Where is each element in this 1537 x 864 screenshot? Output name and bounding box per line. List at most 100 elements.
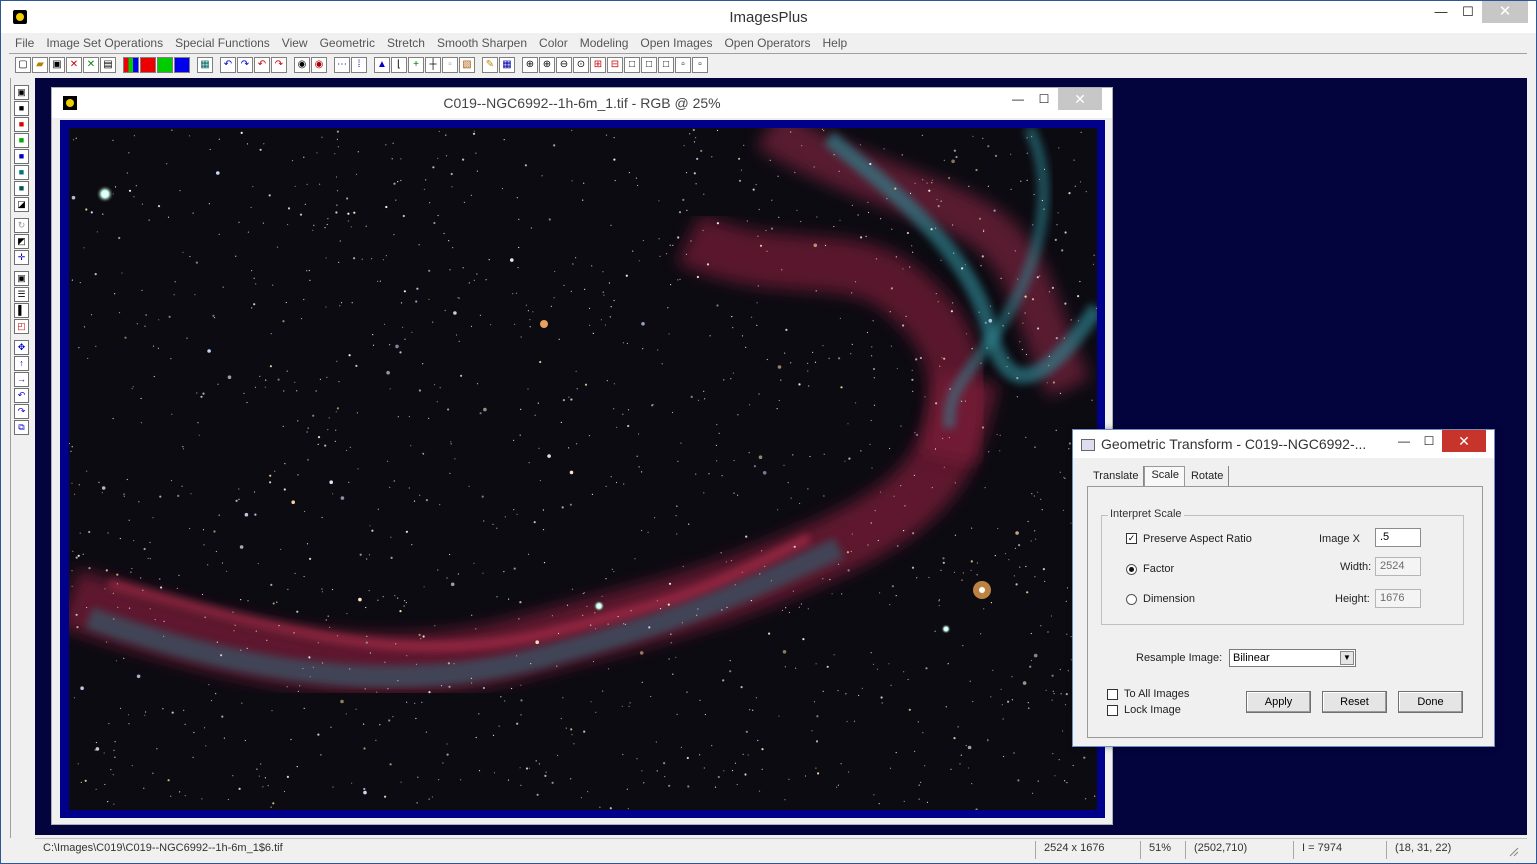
nebula-image[interactable] — [69, 128, 1097, 810]
histogram-icon[interactable]: ▦ — [197, 57, 213, 73]
redo-all-icon[interactable]: ↷ — [271, 57, 287, 73]
menu-open-operators[interactable]: Open Operators — [718, 34, 816, 52]
menu-open-images[interactable]: Open Images — [634, 34, 718, 52]
dots-icon[interactable]: ⁞ — [351, 57, 367, 73]
undo-icon[interactable]: ↶ — [220, 57, 236, 73]
copy-icon[interactable]: ▤ — [100, 57, 116, 73]
tab-scale[interactable]: Scale — [1144, 466, 1185, 486]
preserve-aspect-ratio-checkbox[interactable]: ✓ — [1126, 533, 1137, 544]
select-icon[interactable]: ◰ — [14, 319, 29, 334]
black-icon[interactable]: ■ — [14, 101, 29, 116]
resample-select[interactable]: Bilinear ▼ — [1229, 649, 1356, 667]
table-icon[interactable]: ▦ — [499, 57, 515, 73]
image-window-titlebar[interactable]: C019--NGC6992--1h-6m_1.tif - RGB @ 25% —… — [52, 88, 1112, 118]
factor-radio[interactable] — [1126, 564, 1137, 575]
move-icon[interactable]: ✛ — [14, 250, 29, 265]
resize-grip-icon[interactable] — [1507, 845, 1519, 857]
rotate-icon[interactable]: ↻ — [14, 218, 29, 233]
save-icon[interactable]: ▣ — [49, 57, 65, 73]
arrow-up-icon[interactable]: ↑ — [14, 356, 29, 371]
width-field[interactable]: 2524 — [1375, 557, 1421, 576]
apply-button[interactable]: Apply — [1246, 691, 1311, 713]
contrast-icon[interactable]: ▌ — [14, 303, 29, 318]
menu-view[interactable]: View — [276, 34, 314, 52]
dimension-radio[interactable] — [1126, 594, 1137, 605]
rotate-right-icon[interactable]: ↷ — [14, 404, 29, 419]
chevron-down-icon[interactable]: ▼ — [1340, 651, 1354, 665]
plus-icon[interactable]: + — [408, 57, 424, 73]
triangle-icon[interactable]: ▲ — [374, 57, 390, 73]
done-button[interactable]: Done — [1398, 691, 1463, 713]
rotate-left-icon[interactable]: ↶ — [14, 388, 29, 403]
geometric-transform-dialog[interactable]: Geometric Transform - C019--NGC6992-... … — [1072, 429, 1495, 747]
menu-image-set-operations[interactable]: Image Set Operations — [40, 34, 169, 52]
save-side-icon[interactable]: ▣ — [14, 85, 29, 100]
cyan-mix-icon[interactable]: ■ — [14, 165, 29, 180]
close-all-icon[interactable]: ✕ — [83, 57, 99, 73]
dialog-titlebar[interactable]: Geometric Transform - C019--NGC6992-... … — [1073, 430, 1494, 458]
close-icon[interactable]: ✕ — [66, 57, 82, 73]
remove-frame-icon[interactable]: ⊟ — [607, 57, 623, 73]
app-minimize-button[interactable]: — — [1426, 1, 1456, 23]
gray-mix-icon[interactable]: ◪ — [14, 197, 29, 212]
image-window[interactable]: C019--NGC6992--1h-6m_1.tif - RGB @ 25% —… — [51, 87, 1113, 825]
crosshair-icon[interactable]: ┼ — [425, 57, 441, 73]
open-icon[interactable]: ▰ — [32, 57, 48, 73]
app-titlebar[interactable]: ImagesPlus — ☐ ✕ — [1, 1, 1536, 33]
menu-geometric[interactable]: Geometric — [314, 34, 381, 52]
image-x-field[interactable]: .5 — [1375, 528, 1421, 547]
mask-invert-icon[interactable]: ◉ — [311, 57, 327, 73]
lock-image-checkbox[interactable] — [1107, 705, 1118, 716]
frame-1-icon[interactable]: □ — [624, 57, 640, 73]
dialog-minimize-button[interactable]: — — [1391, 430, 1417, 452]
menu-color[interactable]: Color — [533, 34, 574, 52]
menu-help[interactable]: Help — [817, 34, 854, 52]
red-channel-icon[interactable] — [140, 57, 156, 73]
tab-translate[interactable]: Translate — [1087, 466, 1145, 486]
flip-icon[interactable]: ⧉ — [14, 420, 29, 435]
menu-smooth-sharpen[interactable]: Smooth Sharpen — [431, 34, 533, 52]
menu-modeling[interactable]: Modeling — [574, 34, 635, 52]
zoom-fit-icon[interactable]: ⊕ — [522, 57, 538, 73]
new-icon[interactable]: ▢ — [15, 57, 31, 73]
blue-channel-icon[interactable] — [174, 57, 190, 73]
frame-4-icon[interactable]: ▫ — [675, 57, 691, 73]
height-field[interactable]: 1676 — [1375, 589, 1421, 608]
redo-icon[interactable]: ↷ — [237, 57, 253, 73]
pencil-icon[interactable]: ✎ — [482, 57, 498, 73]
dialog-close-button[interactable]: ✕ — [1442, 430, 1486, 452]
blue-mix-icon[interactable]: ■ — [14, 149, 29, 164]
menu-special-functions[interactable]: Special Functions — [169, 34, 276, 52]
app-maximize-button[interactable]: ☐ — [1453, 1, 1483, 23]
add-frame-icon[interactable]: ⊞ — [590, 57, 606, 73]
green-mix-icon[interactable]: ■ — [14, 133, 29, 148]
menu-file[interactable]: File — [9, 34, 40, 52]
line-icon[interactable]: ⋯ — [334, 57, 350, 73]
to-all-images-checkbox[interactable] — [1107, 689, 1118, 700]
red-mix-icon[interactable]: ■ — [14, 117, 29, 132]
rgb-icon[interactable] — [123, 57, 139, 73]
reset-button[interactable]: Reset — [1322, 691, 1387, 713]
tab-rotate[interactable]: Rotate — [1185, 466, 1230, 486]
mask-icon[interactable]: ◉ — [294, 57, 310, 73]
image-minimize-button[interactable]: — — [1004, 88, 1032, 110]
align-icon[interactable]: ☰ — [14, 287, 29, 302]
gradient-icon[interactable]: ◩ — [14, 234, 29, 249]
pan-icon[interactable]: ✥ — [14, 340, 29, 355]
green-channel-icon[interactable] — [157, 57, 173, 73]
image-icon[interactable]: ▧ — [459, 57, 475, 73]
dialog-maximize-button[interactable]: ☐ — [1416, 430, 1442, 452]
frame-3-icon[interactable]: □ — [658, 57, 674, 73]
app-close-button[interactable]: ✕ — [1482, 1, 1528, 23]
undo-all-icon[interactable]: ↶ — [254, 57, 270, 73]
menu-stretch[interactable]: Stretch — [381, 34, 431, 52]
crop-icon[interactable]: ▣ — [14, 271, 29, 286]
grid-icon[interactable]: ▫ — [442, 57, 458, 73]
image-maximize-button[interactable]: ☐ — [1030, 88, 1058, 110]
teal-mix-icon[interactable]: ■ — [14, 181, 29, 196]
zoom-in-icon[interactable]: ⊕ — [539, 57, 555, 73]
levels-icon[interactable]: ⌊ — [391, 57, 407, 73]
frame-2-icon[interactable]: □ — [641, 57, 657, 73]
zoom-out-icon[interactable]: ⊖ — [556, 57, 572, 73]
arrow-right-icon[interactable]: → — [14, 372, 29, 387]
